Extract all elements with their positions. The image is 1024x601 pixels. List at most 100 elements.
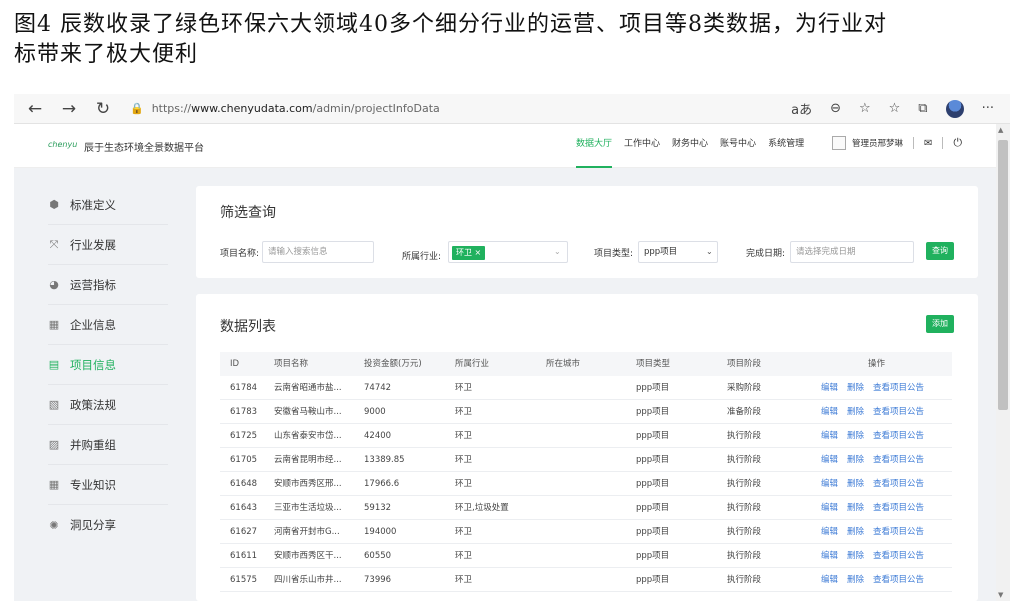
delete-link[interactable]: 删除 bbox=[847, 568, 864, 592]
nav-finance-center[interactable]: 财务中心 bbox=[672, 124, 708, 168]
delete-link[interactable]: 删除 bbox=[847, 520, 864, 544]
view-announcement-link[interactable]: 查看项目公告 bbox=[873, 400, 924, 424]
divider bbox=[942, 137, 944, 149]
forward-arrow-icon[interactable]: → bbox=[56, 96, 82, 122]
cell-project-type: ppp项目 bbox=[636, 479, 670, 489]
folder-icon: ▤ bbox=[48, 358, 60, 371]
view-announcement-link[interactable]: 查看项目公告 bbox=[873, 472, 924, 496]
refresh-icon[interactable]: ↻ bbox=[90, 96, 116, 122]
mail-icon[interactable]: ✉ bbox=[924, 138, 932, 149]
query-button[interactable]: 查询 bbox=[926, 242, 954, 260]
nav-system-management[interactable]: 系统管理 bbox=[768, 124, 804, 168]
sidebar-item-professional-knowledge[interactable]: ▦ 专业知识 bbox=[48, 465, 168, 505]
favorite-icon[interactable]: ☆ bbox=[859, 101, 871, 116]
table-row: 61784 云南省昭通市盐... 74742 环卫 ppp项目 采购阶段 编辑 … bbox=[220, 376, 952, 400]
cell-id: 61705 bbox=[230, 455, 258, 465]
cell-industry: 环卫 bbox=[455, 383, 473, 393]
sidebar-item-insight-sharing[interactable]: ✺ 洞见分享 bbox=[48, 505, 168, 545]
edit-link[interactable]: 编辑 bbox=[821, 376, 838, 400]
zoom-icon[interactable]: ⊖ bbox=[830, 101, 841, 116]
chevron-down-icon: ⌄ bbox=[554, 247, 561, 256]
grid-icon: ▦ bbox=[48, 478, 60, 491]
project-type-label: 项目类型: bbox=[594, 249, 634, 259]
view-announcement-link[interactable]: 查看项目公告 bbox=[873, 448, 924, 472]
sidebar-item-label: 标准定义 bbox=[70, 197, 116, 212]
delete-link[interactable]: 删除 bbox=[847, 376, 864, 400]
col-project-name: 项目名称 bbox=[274, 359, 309, 369]
view-announcement-link[interactable]: 查看项目公告 bbox=[873, 496, 924, 520]
col-project-stage: 项目阶段 bbox=[727, 359, 762, 369]
cell-project-type: ppp项目 bbox=[636, 575, 670, 585]
cell-project-name: 山东省泰安市岱... bbox=[274, 431, 342, 441]
list-title: 数据列表 bbox=[220, 319, 276, 335]
scroll-thumb[interactable] bbox=[998, 140, 1008, 410]
table-row: 61705 云南省昆明市经... 13389.85 环卫 ppp项目 执行阶段 … bbox=[220, 448, 952, 472]
sidebar-item-operation-metrics[interactable]: ◕ 运营指标 bbox=[48, 265, 168, 305]
add-button[interactable]: 添加 bbox=[926, 315, 954, 333]
delete-link[interactable]: 删除 bbox=[847, 472, 864, 496]
profile-avatar[interactable] bbox=[945, 99, 964, 118]
logout-icon[interactable]: ⏻ bbox=[953, 136, 962, 150]
tag-close-icon[interactable]: × bbox=[475, 248, 482, 257]
sidebar-item-policy-regulation[interactable]: ▧ 政策法规 bbox=[48, 385, 168, 425]
table-row: 61783 安徽省马鞍山市... 9000 环卫 ppp项目 准备阶段 编辑 删… bbox=[220, 400, 952, 424]
cell-id: 61783 bbox=[230, 407, 258, 417]
edit-link[interactable]: 编辑 bbox=[821, 448, 838, 472]
delete-link[interactable]: 删除 bbox=[847, 424, 864, 448]
view-announcement-link[interactable]: 查看项目公告 bbox=[873, 568, 924, 592]
cell-project-name: 安徽省马鞍山市... bbox=[274, 407, 342, 417]
chenyu-logo-icon[interactable]: chenyu bbox=[48, 140, 77, 149]
cell-project-type: ppp项目 bbox=[636, 551, 670, 561]
page-scrollbar[interactable]: ▲ ▼ bbox=[996, 124, 1010, 601]
cell-industry: 环卫 bbox=[455, 407, 473, 417]
delete-link[interactable]: 删除 bbox=[847, 400, 864, 424]
nav-account-center[interactable]: 账号中心 bbox=[720, 124, 756, 168]
edit-link[interactable]: 编辑 bbox=[821, 568, 838, 592]
completion-date-input[interactable]: 请选择完成日期 bbox=[790, 241, 914, 263]
browser-actions: aあ ⊖ ☆ ☆ ⧉ ··· bbox=[791, 99, 994, 118]
collections-icon[interactable]: ⧉ bbox=[918, 101, 927, 116]
delete-link[interactable]: 删除 bbox=[847, 496, 864, 520]
industry-tag[interactable]: 环卫 × bbox=[452, 246, 486, 260]
delete-link[interactable]: 删除 bbox=[847, 448, 864, 472]
cell-industry: 环卫 bbox=[455, 575, 473, 585]
project-name-input[interactable]: 请输入搜索信息 bbox=[262, 241, 374, 263]
sidebar: ⬢ 标准定义 ⤧ 行业发展 ◕ 运营指标 ▦ 企业信息 ▤ 项目信息 ▧ 政策法规 ▨ 并购重… bbox=[14, 169, 184, 601]
edit-link[interactable]: 编辑 bbox=[821, 400, 838, 424]
view-announcement-link[interactable]: 查看项目公告 bbox=[873, 520, 924, 544]
user-avatar[interactable] bbox=[832, 136, 846, 150]
view-announcement-link[interactable]: 查看项目公告 bbox=[873, 424, 924, 448]
sidebar-item-label: 专业知识 bbox=[70, 477, 116, 492]
col-id: ID bbox=[230, 359, 240, 369]
back-arrow-icon[interactable]: ← bbox=[22, 96, 48, 122]
sidebar-item-standard-definition[interactable]: ⬢ 标准定义 bbox=[48, 185, 168, 225]
scroll-up-arrow-icon[interactable]: ▲ bbox=[998, 126, 1003, 134]
user-name[interactable]: 管理员邢梦琳 bbox=[852, 137, 903, 149]
edit-link[interactable]: 编辑 bbox=[821, 472, 838, 496]
address-bar[interactable]: 🔒 https://www.chenyudata.com/admin/proje… bbox=[130, 98, 750, 120]
edit-link[interactable]: 编辑 bbox=[821, 544, 838, 568]
view-announcement-link[interactable]: 查看项目公告 bbox=[873, 544, 924, 568]
sidebar-item-project-info[interactable]: ▤ 项目信息 bbox=[48, 345, 168, 385]
sidebar-item-company-info[interactable]: ▦ 企业信息 bbox=[48, 305, 168, 345]
read-aloud-icon[interactable]: aあ bbox=[791, 99, 812, 118]
browser-toolbar: ← → ↻ 🔒 https://www.chenyudata.com/admin… bbox=[14, 94, 1010, 124]
sidebar-item-merger-acquisition[interactable]: ▨ 并购重组 bbox=[48, 425, 168, 465]
cell-id: 61725 bbox=[230, 431, 258, 441]
table-row: 61648 安顺市西秀区邢... 17966.6 环卫 ppp项目 执行阶段 编… bbox=[220, 472, 952, 496]
nav-work-center[interactable]: 工作中心 bbox=[624, 124, 660, 168]
sidebar-item-industry-development[interactable]: ⤧ 行业发展 bbox=[48, 225, 168, 265]
cell-investment: 9000 bbox=[364, 407, 386, 417]
view-announcement-link[interactable]: 查看项目公告 bbox=[873, 376, 924, 400]
nav-data-hall[interactable]: 数据大厅 bbox=[576, 124, 613, 168]
more-icon[interactable]: ··· bbox=[982, 101, 994, 116]
cell-project-name: 河南省开封市G... bbox=[274, 527, 340, 537]
delete-link[interactable]: 删除 bbox=[847, 544, 864, 568]
scroll-down-arrow-icon[interactable]: ▼ bbox=[998, 591, 1003, 599]
edit-link[interactable]: 编辑 bbox=[821, 424, 838, 448]
col-city: 所在城市 bbox=[546, 359, 581, 369]
edit-link[interactable]: 编辑 bbox=[821, 496, 838, 520]
edit-link[interactable]: 编辑 bbox=[821, 520, 838, 544]
cell-project-name: 四川省乐山市井... bbox=[274, 575, 342, 585]
favorites-list-icon[interactable]: ☆ bbox=[889, 101, 901, 116]
